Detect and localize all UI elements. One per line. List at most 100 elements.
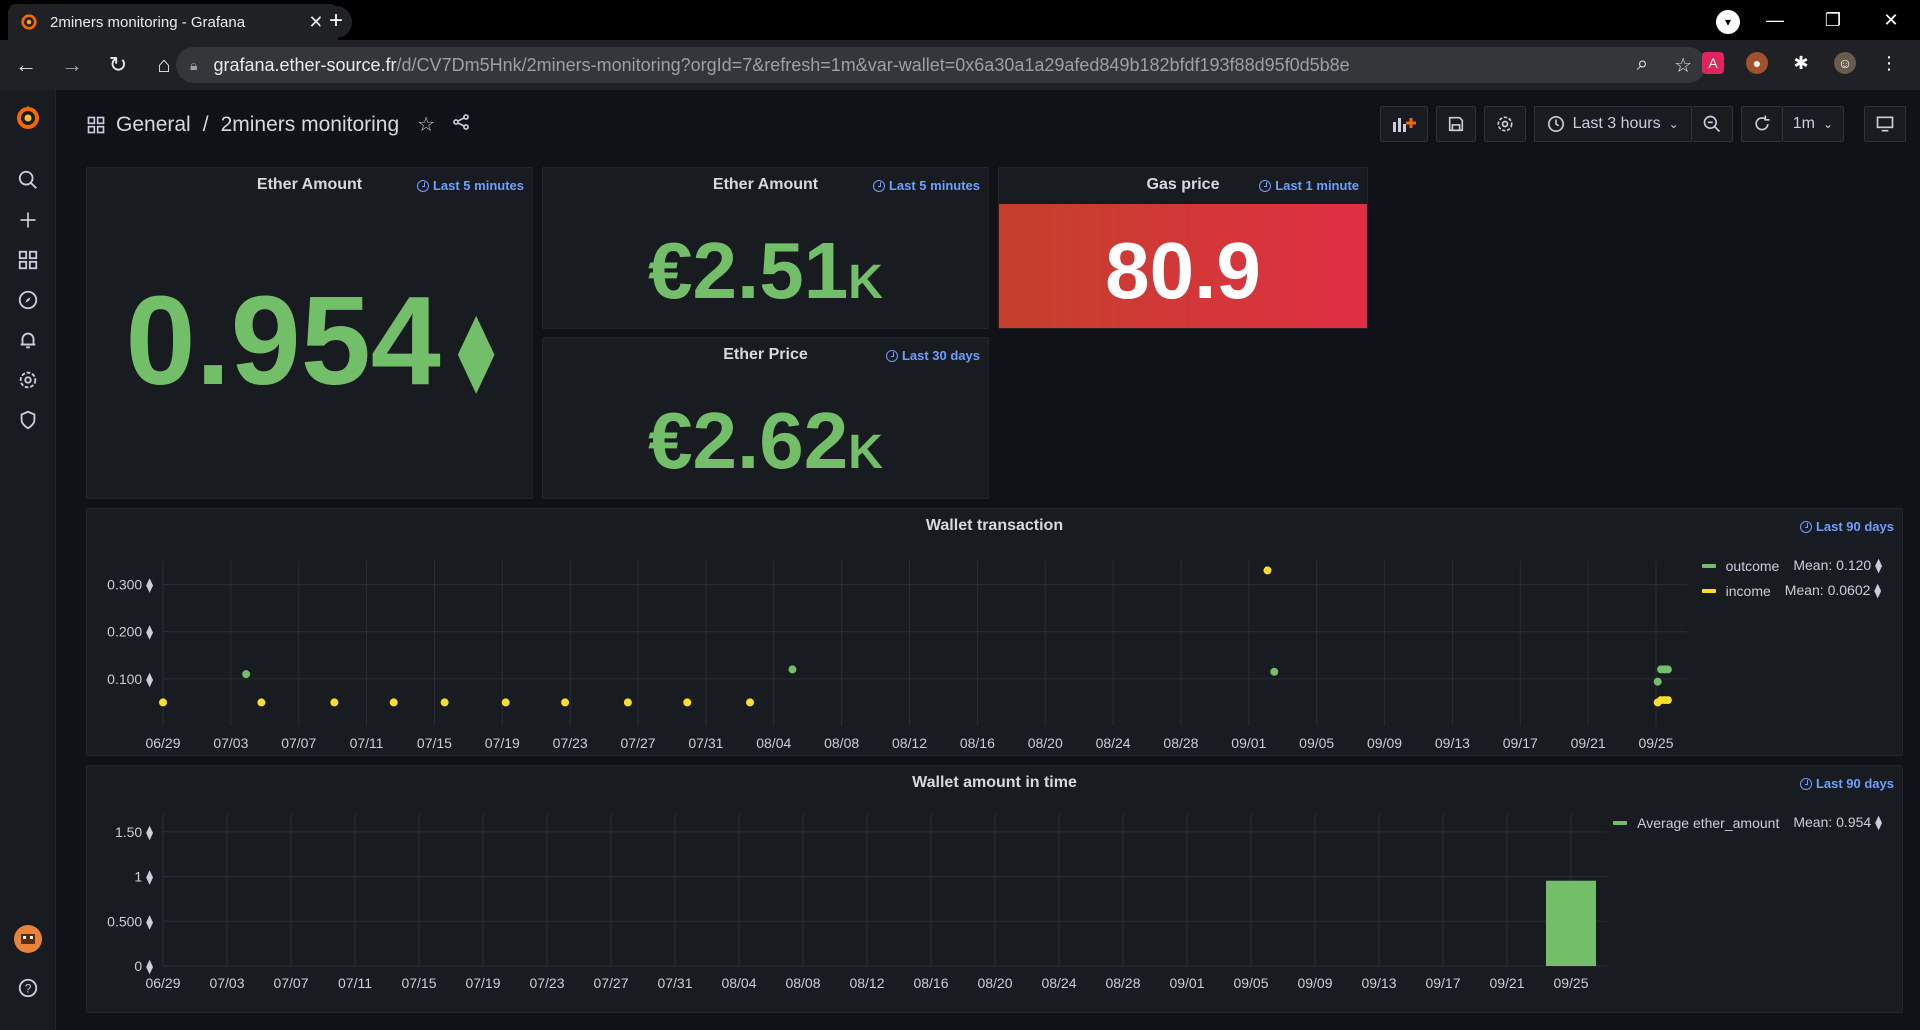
x-tick-label: 08/24 [1096,735,1131,751]
panel-ether-amount-eur[interactable]: Ether Amount Last 5 minutes €2.51K [542,167,989,329]
time-picker-button[interactable]: Last 3 hours ⌄ [1533,106,1692,142]
panel-gas-price[interactable]: Gas price Last 1 minute 80.9 [998,167,1368,329]
x-tick-label: 07/19 [465,975,500,991]
y-tick-label: 0.300 ⧫ [107,577,153,594]
alerting-bell-icon[interactable] [16,328,40,352]
clock-icon [1259,179,1272,192]
save-icon [1448,116,1463,132]
zoom-out-button[interactable] [1691,106,1733,142]
dashboard-toolbar: Last 3 hours ⌄ 1m ⌄ [1379,106,1906,142]
panel-wallet-transaction[interactable]: Wallet transaction Last 90 days 06/29 07/… [86,508,1903,756]
scatter-point [389,698,398,707]
user-avatar-icon[interactable] [13,924,43,954]
x-tick-label: 07/27 [621,735,656,751]
back-button[interactable]: ← [6,45,46,85]
dashboard-title[interactable]: 2miners monitoring [221,113,400,137]
address-bar[interactable]: 🔒︎ grafana.ether-source.fr/d/CV7Dm5Hnk/2… [176,47,1706,83]
chevron-down-icon: ⌄ [1822,117,1833,131]
profile-dropdown-icon[interactable]: ▾ [1716,10,1740,34]
y-tick-label: 0 ⧫ [134,958,153,975]
x-tick-label: 09/01 [1169,975,1204,991]
bookmark-star-icon[interactable]: ☆ [1674,53,1692,78]
chart-legend: Average ether_amount Mean: 0.954 ⧫ [1613,810,1882,835]
refresh-interval-picker[interactable]: 1m ⌄ [1782,106,1844,142]
restore-button[interactable]: ❐ [1804,0,1862,40]
create-plus-icon[interactable] [16,208,40,232]
browser-tab[interactable]: 2miners monitoring - Grafana ✕ [8,4,338,40]
legend-item[interactable]: income Mean: 0.0602 ⧫ [1701,578,1882,603]
refresh-button[interactable] [1740,106,1783,142]
x-tick-label: 08/24 [1041,975,1076,991]
dashboard-settings-button[interactable] [1483,106,1526,142]
explore-compass-icon[interactable] [16,288,40,312]
add-panel-icon [1392,118,1416,132]
help-icon[interactable]: ? [16,976,40,1000]
legend-mean: Mean: 0.954 ⧫ [1793,814,1882,830]
scatter-point [683,698,692,707]
browser-toolbar: ← → ↻ ⌂ 🔒︎ grafana.ether-source.fr/d/CV7… [0,40,1920,90]
time-range-label: Last 3 hours [1572,115,1661,132]
zoom-icon[interactable]: ⌕ [1637,53,1648,78]
y-tick-label: 0.200 ⧫ [107,624,153,641]
wallet-transaction-chart: 06/29 07/03 07/07 07/11 07/15 07/19 07/23 07/27… [107,561,1687,751]
legend-swatch [1613,820,1628,825]
server-admin-shield-icon[interactable] [16,408,40,432]
panel-ether-price[interactable]: Ether Price Last 30 days €2.62K [542,337,989,499]
scatter-point [561,698,570,707]
x-tick-label: 08/08 [785,975,820,991]
extensions-puzzle-icon[interactable]: ✱ [1790,52,1812,74]
star-icon[interactable]: ☆ [417,112,435,138]
x-tick-label: 08/04 [756,735,791,751]
x-tick-label: 09/25 [1553,975,1588,991]
dashboards-grid-icon [87,116,105,134]
grafana-logo-icon[interactable] [14,104,42,132]
clock-icon [885,349,898,362]
add-panel-button[interactable] [1379,106,1428,142]
scatter-point [159,698,167,707]
dashboards-grid-icon[interactable] [16,248,40,272]
browser-menu-icon[interactable]: ⋮ [1878,52,1900,74]
y-tick-label: 1.50 ⧫ [115,824,153,841]
x-tick-label: 09/21 [1571,735,1606,751]
legend-item[interactable]: Average ether_amount Mean: 0.954 ⧫ [1613,810,1882,835]
tv-mode-button[interactable] [1864,106,1906,142]
configuration-gear-icon[interactable] [16,368,40,392]
x-tick-label: 07/15 [401,975,436,991]
share-icon[interactable] [451,112,471,138]
save-dashboard-button[interactable] [1435,106,1476,142]
panel-ether-amount-big[interactable]: Ether Amount Last 5 minutes 0.954 ⧫ [86,167,533,499]
tab-title: 2miners monitoring - Grafana [50,13,246,31]
minimize-button[interactable]: — [1746,0,1804,40]
lock-icon[interactable]: 🔒︎ [190,57,197,74]
x-tick-label: 07/23 [553,735,588,751]
svg-text:?: ? [25,982,32,996]
x-tick-label: 07/11 [350,735,384,751]
legend-item[interactable]: outcome Mean: 0.120 ⧫ [1701,553,1882,578]
clock-icon [416,179,429,192]
reload-button[interactable]: ↻ [98,45,138,85]
gear-icon [1497,116,1513,132]
close-window-button[interactable]: ✕ [1862,0,1920,40]
forward-button[interactable]: → [52,45,92,85]
x-tick-label: 07/23 [529,975,564,991]
legend-series-name: income [1725,582,1771,599]
extension-red-icon[interactable]: A [1702,52,1724,74]
stat-value: 0.954 ⧫ [125,270,494,411]
x-tick-label: 09/05 [1299,735,1334,751]
x-tick-label: 09/13 [1361,975,1396,991]
breadcrumb-separator: / [202,113,209,136]
x-tick-label: 06/29 [145,975,180,991]
search-icon[interactable] [16,168,40,192]
stat-value: 80.9 [1105,226,1261,315]
stat-value: €2.51K [648,226,883,315]
panel-time-info: Last 5 minutes [872,178,980,193]
extension-cookie-icon[interactable]: ● [1746,52,1768,74]
panel-time-info: Last 30 days [885,348,980,363]
bar [1546,880,1596,966]
new-tab-button[interactable]: + [320,6,352,38]
panel-wallet-amount[interactable]: Wallet amount in time Last 90 days 06/29… [86,765,1903,1013]
user-avatar-icon[interactable]: ☺ [1834,52,1856,74]
dashboard-header: General / 2miners monitoring ☆ Last 3 ho… [56,90,1920,160]
x-tick-label: 08/20 [1028,735,1063,751]
breadcrumb-folder[interactable]: General [116,113,191,137]
